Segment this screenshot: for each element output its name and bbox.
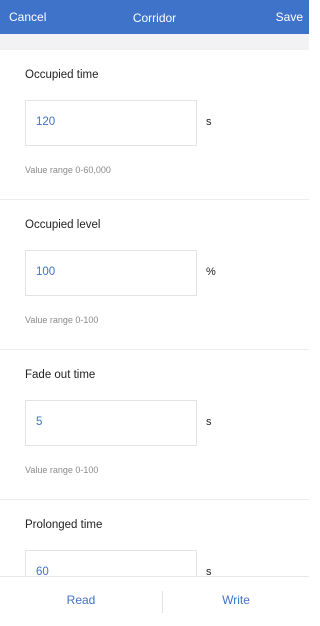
prolonged-time-input[interactable]: 60 <box>25 550 197 576</box>
read-button[interactable]: Read <box>0 577 162 626</box>
occupied-time-label: Occupied time <box>25 69 99 81</box>
prolonged-time-value: 60 <box>36 566 49 576</box>
occupied-level-range-hint: Value range 0-100 <box>25 315 99 325</box>
prolonged-time-label: Prolonged time <box>25 519 103 531</box>
prolonged-time-section: Prolonged time 60 s <box>0 500 309 576</box>
fade-out-time-range-hint: Value range 0-100 <box>25 465 99 475</box>
page-title: Corridor <box>132 11 177 25</box>
fade-out-time-value: 5 <box>36 416 43 428</box>
fade-out-time-unit: s <box>206 416 212 428</box>
occupied-time-section: Occupied time 120 s Value range 0-60,000 <box>0 50 309 200</box>
occupied-level-unit: % <box>206 266 216 278</box>
save-button[interactable]: Save <box>276 10 303 24</box>
occupied-time-range-hint: Value range 0-60,000 <box>25 165 111 175</box>
header-separator <box>0 34 309 50</box>
write-button[interactable]: Write <box>163 577 309 626</box>
prolonged-time-unit: s <box>206 566 212 576</box>
fade-out-time-input[interactable]: 5 <box>25 400 197 446</box>
fade-out-time-section: Fade out time 5 s Value range 0-100 <box>0 350 309 500</box>
occupied-level-label: Occupied level <box>25 219 101 231</box>
occupied-level-section: Occupied level 100 % Value range 0-100 <box>0 200 309 350</box>
fade-out-time-label: Fade out time <box>25 369 96 381</box>
navigation-bar: Cancel Corridor Save <box>0 0 309 34</box>
occupied-time-value: 120 <box>36 116 56 128</box>
action-bar: Read Write <box>0 576 309 625</box>
occupied-time-input[interactable]: 120 <box>25 100 197 146</box>
occupied-level-value: 100 <box>36 266 56 278</box>
occupied-time-unit: s <box>206 116 212 128</box>
settings-form[interactable]: Occupied time 120 s Value range 0-60,000… <box>0 50 309 576</box>
occupied-level-input[interactable]: 100 <box>25 250 197 296</box>
